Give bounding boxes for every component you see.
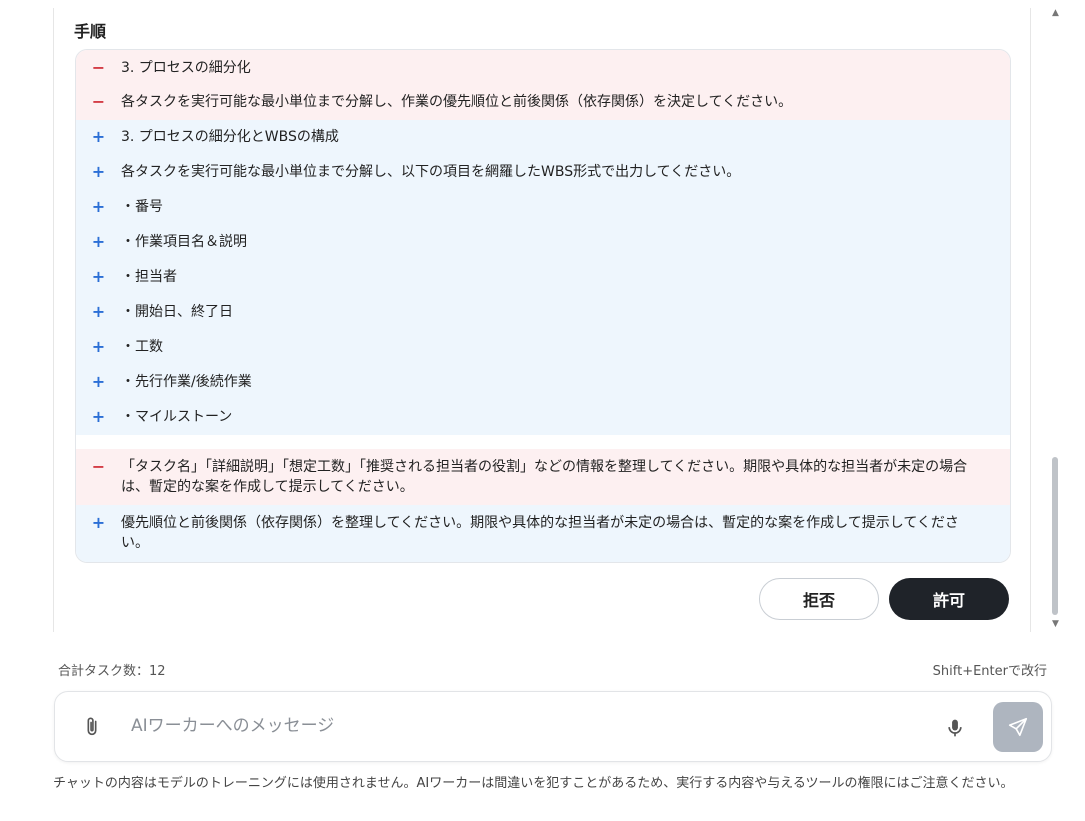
diff-gap <box>76 435 1010 449</box>
plus-icon: + <box>91 302 106 321</box>
diff-line-added: + 優先順位と前後関係（依存関係）を整理してください。期限や具体的な担当者が未定… <box>76 505 1010 562</box>
diff-line-added: + ・担当者 <box>76 260 1010 295</box>
plus-icon: + <box>91 162 106 181</box>
diff-line-text: ・開始日、終了日 <box>121 304 233 320</box>
reject-button[interactable]: 拒否 <box>759 578 879 620</box>
diff-line-text: 各タスクを実行可能な最小単位まで分解し、以下の項目を網羅したWBS形式で出力して… <box>121 164 741 180</box>
scroll-up-arrow-icon[interactable]: ▲ <box>1052 8 1059 18</box>
diff-line-added: + ・マイルストーン <box>76 400 1010 435</box>
content-panel: 手順 − 3. プロセスの細分化 − 各タスクを実行可能な最小単位まで分解し、作… <box>53 8 1031 632</box>
plus-icon: + <box>91 127 106 146</box>
diff-view: − 3. プロセスの細分化 − 各タスクを実行可能な最小単位まで分解し、作業の優… <box>75 49 1011 563</box>
newline-hint: Shift+Enterで改行 <box>932 664 1047 679</box>
diff-line-added: + ・開始日、終了日 <box>76 295 1010 330</box>
diff-line-added: + ・先行作業/後続作業 <box>76 365 1010 400</box>
message-composer <box>54 691 1052 762</box>
diff-line-added: + ・番号 <box>76 190 1010 225</box>
diff-line-text: 「タスク名」「詳細説明」「想定工数」「推奨される担当者の役割」などの情報を整理し… <box>121 459 968 495</box>
diff-line-added: + 各タスクを実行可能な最小単位まで分解し、以下の項目を網羅したWBS形式で出力… <box>76 155 1010 190</box>
scrollbar-thumb[interactable] <box>1052 457 1058 615</box>
plus-icon: + <box>91 232 106 251</box>
diff-line-removed: − 3. プロセスの細分化 <box>76 50 1010 84</box>
paperclip-icon[interactable] <box>81 714 103 740</box>
diff-line-removed: − 「タスク名」「詳細説明」「想定工数」「推奨される担当者の役割」などの情報を整… <box>76 449 1010 505</box>
plus-icon: + <box>91 267 106 286</box>
plus-icon: + <box>91 197 106 216</box>
scroll-down-arrow-icon[interactable]: ▼ <box>1052 619 1059 629</box>
minus-icon: − <box>91 457 106 476</box>
diff-line-text: ・作業項目名＆説明 <box>121 234 247 250</box>
message-input[interactable] <box>131 716 931 736</box>
disclaimer-text: チャットの内容はモデルのトレーニングには使用されません。AIワーカーは間違いを犯… <box>53 776 1014 791</box>
send-button[interactable] <box>993 702 1043 752</box>
task-count: 合計タスク数：12 <box>58 664 166 679</box>
minus-icon: − <box>91 92 106 111</box>
diff-line-text: 各タスクを実行可能な最小単位まで分解し、作業の優先順位と前後関係（依存関係）を決… <box>121 94 793 110</box>
send-icon <box>1008 717 1028 737</box>
diff-line-text: 3. プロセスの細分化 <box>121 60 251 76</box>
diff-line-text: ・番号 <box>121 199 163 215</box>
diff-line-added: + ・工数 <box>76 330 1010 365</box>
allow-button[interactable]: 許可 <box>889 578 1009 620</box>
plus-icon: + <box>91 337 106 356</box>
diff-line-text: ・マイルストーン <box>121 409 233 425</box>
plus-icon: + <box>91 372 106 391</box>
diff-line-text: ・担当者 <box>121 269 177 285</box>
diff-line-text: 3. プロセスの細分化とWBSの構成 <box>121 129 339 145</box>
diff-line-text: ・先行作業/後続作業 <box>121 374 252 390</box>
plus-icon: + <box>91 513 106 532</box>
diff-line-added: + ・作業項目名＆説明 <box>76 225 1010 260</box>
plus-icon: + <box>91 407 106 426</box>
microphone-icon[interactable] <box>945 716 965 740</box>
minus-icon: − <box>91 58 106 77</box>
diff-line-text: 優先順位と前後関係（依存関係）を整理してください。期限や具体的な担当者が未定の場… <box>121 515 959 551</box>
diff-line-removed: − 各タスクを実行可能な最小単位まで分解し、作業の優先順位と前後関係（依存関係）… <box>76 84 1010 120</box>
section-title: 手順 <box>74 22 107 41</box>
diff-line-text: ・工数 <box>121 339 163 355</box>
diff-line-added: + 3. プロセスの細分化とWBSの構成 <box>76 120 1010 155</box>
